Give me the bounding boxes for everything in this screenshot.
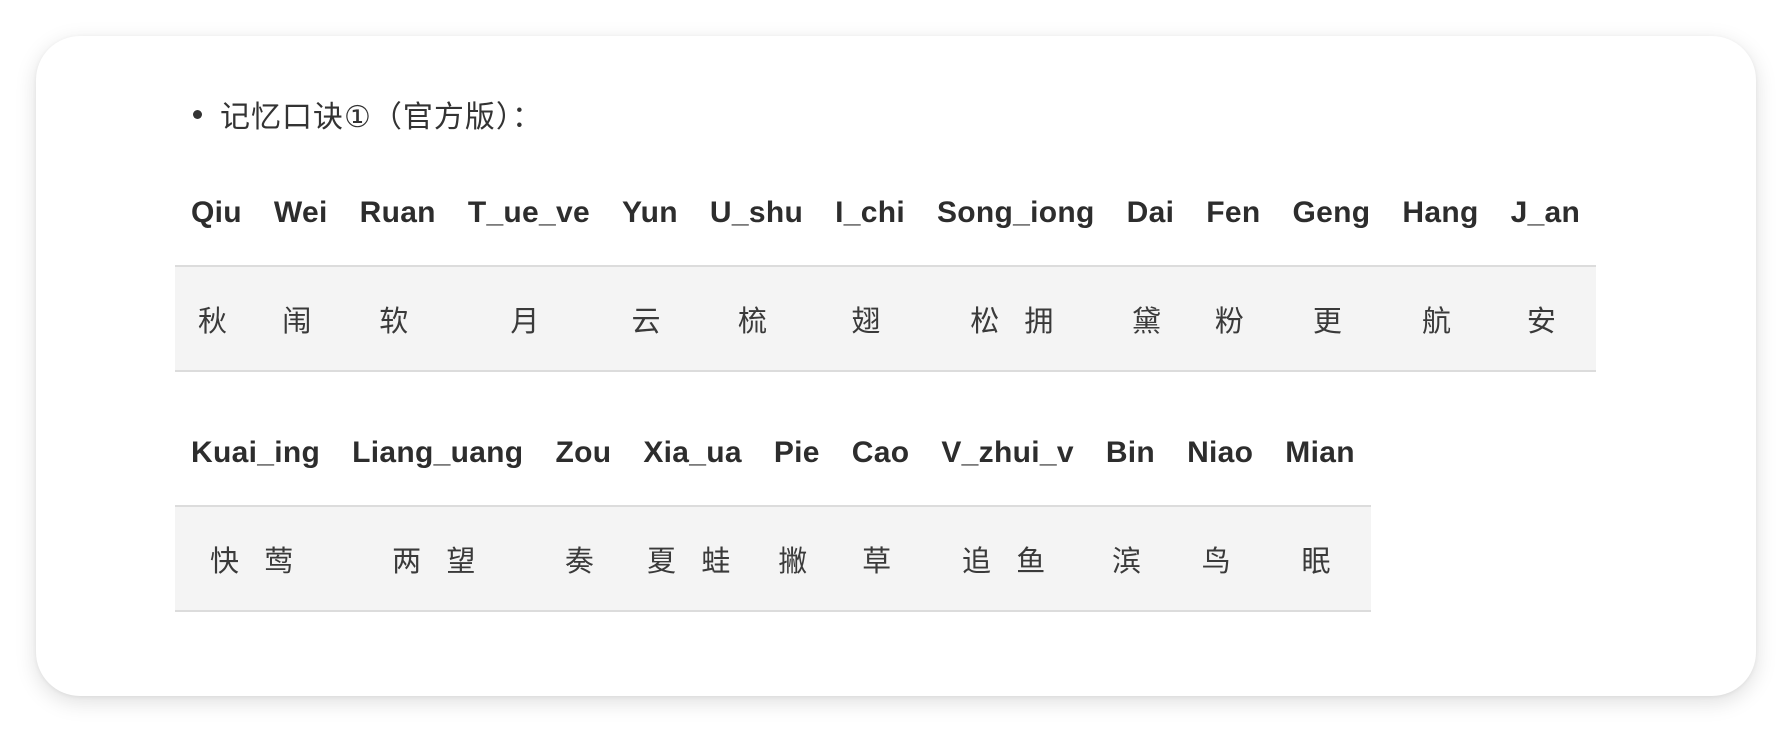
- table-cell: 夏 蛙: [646, 543, 739, 578]
- table-cell: 秋: [197, 303, 235, 338]
- table-header-cell: Zou: [555, 436, 612, 469]
- table-cell: 鸟: [1201, 543, 1239, 578]
- table-row: 快 莺 两 望 奏 夏 蛙 撇 草 追 鱼 滨 鸟 眠: [175, 506, 1371, 611]
- table-cell: 两 望: [392, 543, 484, 578]
- table-header-cell: Cao: [851, 436, 910, 469]
- table-header-cell: Qiu: [191, 196, 242, 229]
- table-cell: 航: [1421, 303, 1459, 338]
- table-header-cell: T_ue_ve: [467, 196, 590, 229]
- table-cell: 闱: [282, 303, 320, 338]
- table-cell: 眠: [1301, 543, 1339, 578]
- table-header-cell: Hang: [1402, 196, 1479, 229]
- table-cell: 月: [510, 303, 548, 338]
- table-cell: 奏: [564, 543, 602, 578]
- table-cell: 翅: [851, 303, 889, 338]
- table-row: 秋 闱 软 月 云 梳 翅 松 拥 黛 粉 更 航 安: [175, 266, 1597, 371]
- table-cell: 安: [1526, 303, 1564, 338]
- table-header-cell: Ruan: [359, 196, 436, 229]
- table-cell: 撇: [778, 543, 816, 578]
- table-header-cell: Pie: [773, 436, 820, 469]
- table-header-cell: Kuai_ing: [191, 436, 321, 469]
- table-header-cell: Fen: [1206, 196, 1261, 229]
- table-header-cell: Wei: [273, 196, 328, 229]
- table-cell: 云: [631, 303, 669, 338]
- table-header-cell: Mian: [1285, 436, 1355, 469]
- mnemonic-table-1: Qiu Wei Ruan T_ue_ve Yun U_shu I_chi Son…: [175, 161, 1597, 372]
- table-header-cell: Liang_uang: [352, 436, 524, 469]
- table-cell: 草: [862, 543, 900, 578]
- table-header-cell: J_an: [1510, 196, 1581, 229]
- table-header-cell: Geng: [1292, 196, 1371, 229]
- table-header-cell: Dai: [1126, 196, 1175, 229]
- table-cell: 粉: [1214, 303, 1252, 338]
- table-header-cell: I_chi: [835, 196, 905, 229]
- table-cell: 快 莺: [209, 543, 302, 578]
- table-header-row: Kuai_ing Liang_uang Zou Xia_ua Pie Cao V…: [175, 401, 1371, 506]
- table-header-cell: Song_iong: [936, 196, 1095, 229]
- table-header-cell: Bin: [1105, 436, 1156, 469]
- content-card: 记忆口诀①（官方版）： Qiu Wei Ruan T_ue_ve Yun U_s…: [36, 36, 1756, 696]
- table-header-cell: Yun: [622, 196, 678, 229]
- table-header-cell: Niao: [1187, 436, 1254, 469]
- bullet-item: 记忆口诀①（官方版）：: [193, 84, 543, 144]
- table-cell: 梳: [737, 303, 775, 338]
- table-cell: 滨: [1111, 543, 1149, 578]
- table-header-row: Qiu Wei Ruan T_ue_ve Yun U_shu I_chi Son…: [175, 161, 1597, 266]
- table-header-cell: Xia_ua: [643, 436, 742, 469]
- table-header-cell: U_shu: [709, 196, 804, 229]
- bullet-text: 记忆口诀①（官方版）：: [220, 100, 543, 135]
- bullet-dot-icon: [193, 109, 202, 119]
- table-cell: 松 拥: [970, 303, 1062, 338]
- table-cell: 追 鱼: [961, 543, 1054, 578]
- table-header-cell: V_zhui_v: [941, 436, 1074, 469]
- table-cell: 更: [1312, 303, 1350, 338]
- mnemonic-table-2: Kuai_ing Liang_uang Zou Xia_ua Pie Cao V…: [175, 401, 1371, 612]
- table-cell: 软: [379, 303, 417, 338]
- table-cell: 黛: [1131, 303, 1169, 338]
